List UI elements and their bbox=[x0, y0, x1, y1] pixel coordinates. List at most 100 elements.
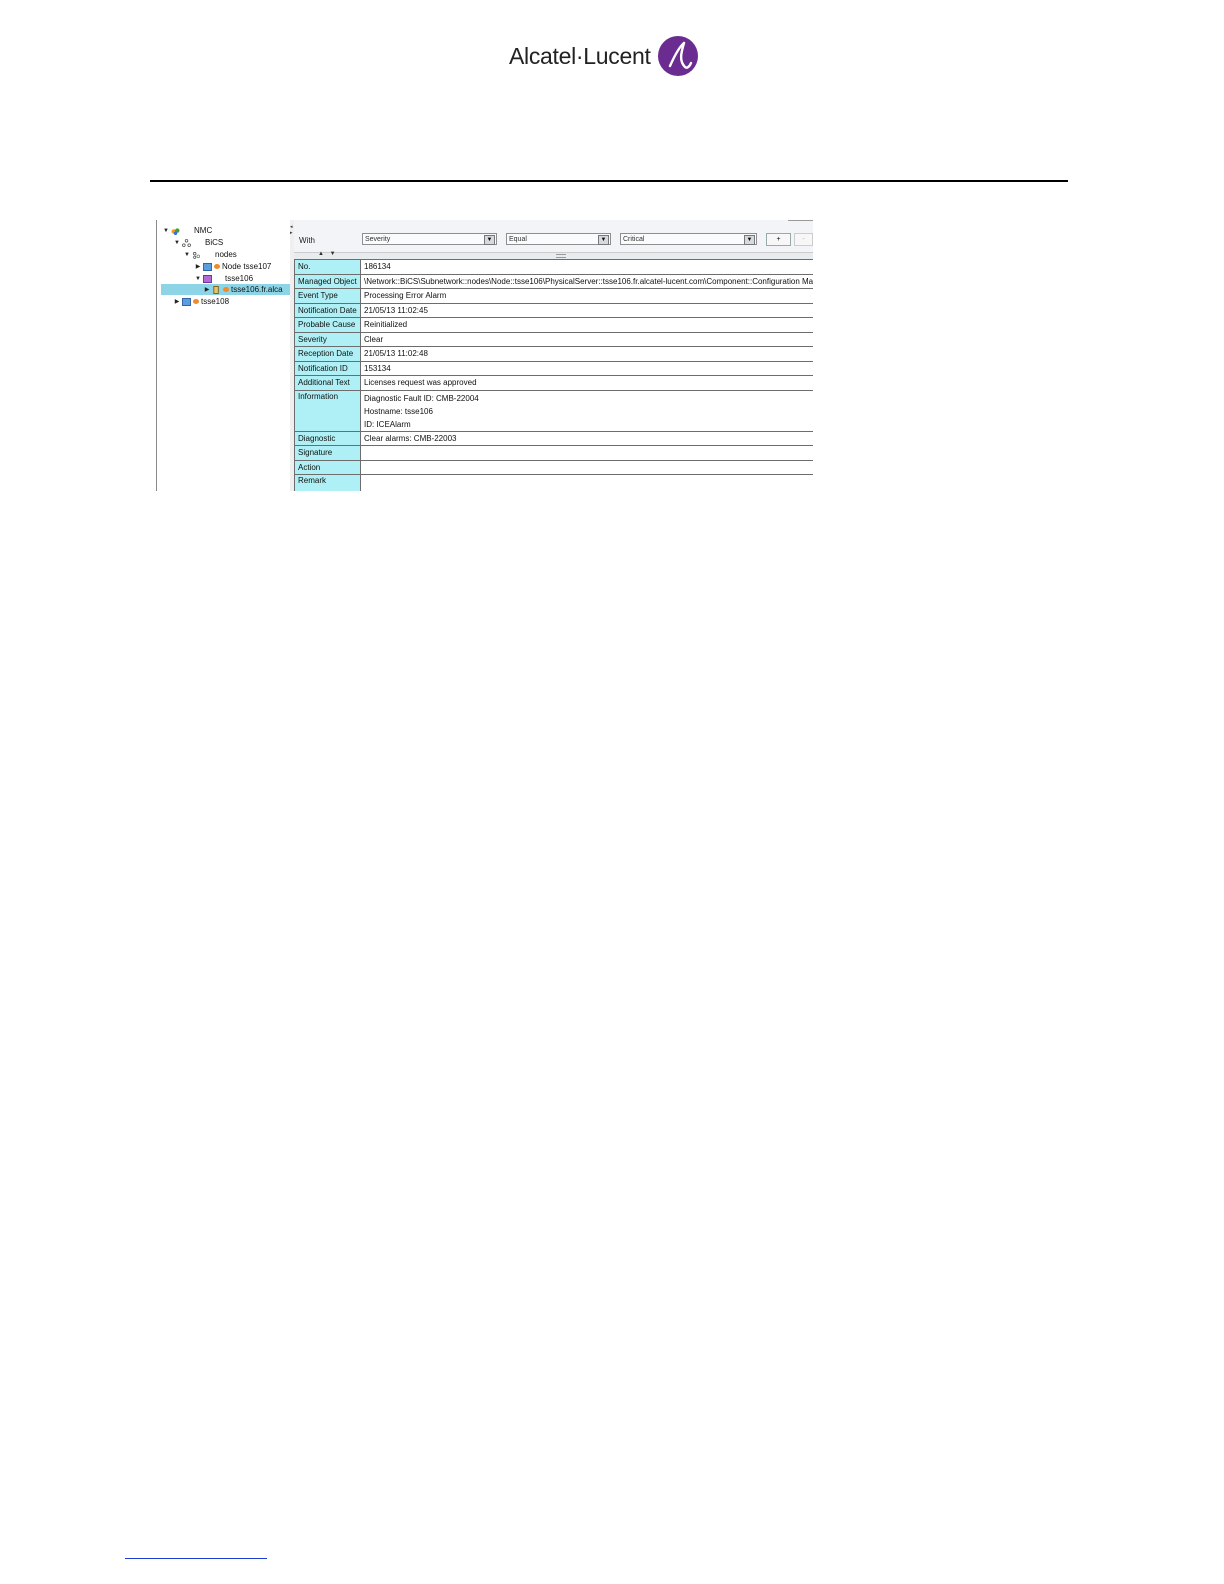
property-label: Diagnostic bbox=[294, 430, 361, 446]
property-label: Severity bbox=[294, 331, 361, 347]
tree-item-bics[interactable]: ▼ BiCS bbox=[173, 237, 223, 248]
tree-item-label: tsse106 bbox=[225, 274, 254, 283]
network-icon bbox=[171, 227, 180, 235]
expand-toggle-icon[interactable]: ▼ bbox=[194, 276, 202, 282]
operator-select-value: Equal bbox=[509, 236, 527, 243]
chevron-down-icon[interactable]: ▼ bbox=[598, 235, 609, 245]
criteria-select[interactable]: Critical ▼ bbox=[620, 233, 757, 245]
tree-item-label: NMC bbox=[194, 226, 213, 235]
property-value[interactable]: Clear bbox=[360, 331, 813, 347]
information-line: Diagnostic Fault ID: CMB-22004 bbox=[364, 393, 479, 403]
tree-item-node-tsse107[interactable]: ▶ Node tsse107 bbox=[194, 261, 272, 272]
collapse-arrow-icon[interactable]: ◂ ▸ bbox=[290, 224, 293, 236]
tree-item-label: Node tsse107 bbox=[222, 262, 272, 271]
table-row: Diagnostic Clear alarms: CMB-22003 bbox=[294, 430, 813, 446]
tree-item-label: BiCS bbox=[205, 238, 224, 247]
property-value[interactable] bbox=[360, 459, 813, 475]
table-row: Managed Object \Network::BiCS\Subnetwork… bbox=[294, 273, 813, 289]
chevron-down-icon[interactable]: ▼ bbox=[744, 235, 755, 245]
node-icon bbox=[182, 297, 191, 306]
table-row: Signature bbox=[294, 445, 813, 461]
add-filter-button[interactable]: + bbox=[766, 233, 791, 246]
property-value[interactable]: \Network::BiCS\Subnetwork::nodes\Node::t… bbox=[360, 273, 813, 289]
expand-toggle-icon[interactable]: ▼ bbox=[173, 240, 181, 246]
information-line: Hostname: tsse106 bbox=[364, 406, 433, 416]
expand-toggle-icon[interactable]: ▼ bbox=[162, 228, 170, 234]
expand-toggle-icon[interactable]: ▶ bbox=[173, 298, 181, 305]
table-row: Remark bbox=[294, 474, 813, 491]
table-row: Additional Text Licenses request was app… bbox=[294, 375, 813, 391]
property-value[interactable]: 186134 bbox=[360, 259, 813, 275]
tree-item-nodes[interactable]: ▼ nodes bbox=[183, 249, 237, 260]
property-label: Additional Text bbox=[294, 375, 361, 391]
tree-item-tsse106[interactable]: ▼ tsse106 bbox=[194, 273, 253, 284]
alarm-properties-table: No. 186134 Managed Object \Network::BiCS… bbox=[294, 259, 813, 491]
table-row: Reception Date 21/05/13 11:02:48 bbox=[294, 346, 813, 362]
property-value[interactable]: 21/05/13 11:02:45 bbox=[360, 302, 813, 318]
remove-filter-button[interactable]: - bbox=[794, 233, 813, 246]
information-line: ID: ICEAlarm bbox=[364, 419, 411, 429]
filter-bar: With Severity ▼ Equal ▼ Critical ▼ + - bbox=[294, 220, 813, 252]
table-row: Notification Date 21/05/13 11:02:45 bbox=[294, 302, 813, 318]
field-select-value: Severity bbox=[365, 236, 391, 243]
property-value[interactable]: Licenses request was approved bbox=[360, 375, 813, 391]
alcatel-lucent-logo: Alcatel·Lucent bbox=[509, 34, 699, 78]
field-select[interactable]: Severity ▼ bbox=[362, 233, 497, 245]
header-rule bbox=[150, 180, 1068, 182]
alarm-detail-panel: With Severity ▼ Equal ▼ Critical ▼ + - ▲… bbox=[294, 220, 813, 491]
property-value[interactable]: Diagnostic Fault ID: CMB-22004 Hostname:… bbox=[360, 389, 813, 432]
table-row: Severity Clear bbox=[294, 331, 813, 347]
subnetwork-icon bbox=[182, 238, 191, 247]
property-label: Notification ID bbox=[294, 360, 361, 376]
filter-divider[interactable]: ▲ ▼ bbox=[294, 251, 813, 259]
property-value[interactable]: Clear alarms: CMB-22003 bbox=[360, 430, 813, 446]
table-row: Information Diagnostic Fault ID: CMB-220… bbox=[294, 389, 813, 432]
status-dot-icon bbox=[214, 264, 220, 269]
property-label: Remark bbox=[294, 474, 361, 491]
logo-text: Alcatel·Lucent bbox=[509, 42, 651, 69]
status-dot-icon bbox=[223, 287, 229, 292]
tree-item-label: tsse108 bbox=[201, 297, 230, 306]
property-label: No. bbox=[294, 259, 361, 275]
server-icon bbox=[213, 285, 219, 294]
table-row: No. 186134 bbox=[294, 259, 813, 275]
property-label: Notification Date bbox=[294, 302, 361, 318]
tree-item-tsse106-server[interactable]: ▶ tsse106.fr.alca bbox=[161, 284, 291, 295]
splitter-grip[interactable] bbox=[556, 254, 566, 258]
property-value[interactable]: 153134 bbox=[360, 360, 813, 376]
splitter-arrows-icon[interactable]: ▲ ▼ bbox=[318, 251, 338, 257]
expand-toggle-icon[interactable]: ▶ bbox=[194, 263, 202, 270]
table-row: Probable Cause Reinitialized bbox=[294, 317, 813, 333]
network-tree: ▼ NMC ▼ BiCS ▼ nodes ▶ Node tsse107 ▼ ts… bbox=[156, 220, 292, 491]
property-value[interactable]: Processing Error Alarm bbox=[360, 288, 813, 304]
tree-item-tsse108[interactable]: ▶ tsse108 bbox=[173, 296, 229, 307]
logo-mark-icon bbox=[657, 36, 698, 76]
property-label: Managed Object bbox=[294, 273, 361, 289]
expand-toggle-icon[interactable]: ▼ bbox=[183, 252, 191, 258]
with-label: With bbox=[299, 236, 315, 245]
tree-item-label: nodes bbox=[215, 250, 237, 259]
table-row: Notification ID 153134 bbox=[294, 360, 813, 376]
alarm-details-screenshot: ▼ NMC ▼ BiCS ▼ nodes ▶ Node tsse107 ▼ ts… bbox=[156, 220, 813, 491]
node-icon bbox=[203, 274, 212, 283]
tab-stub bbox=[788, 220, 813, 224]
property-value[interactable] bbox=[360, 445, 813, 461]
tree-item-nmc[interactable]: ▼ NMC bbox=[162, 225, 212, 236]
property-label: Event Type bbox=[294, 288, 361, 304]
property-label: Probable Cause bbox=[294, 317, 361, 333]
table-row: Event Type Processing Error Alarm bbox=[294, 288, 813, 304]
chevron-down-icon[interactable]: ▼ bbox=[484, 235, 495, 245]
table-row: Action bbox=[294, 459, 813, 475]
nodes-folder-icon bbox=[193, 251, 200, 259]
property-label: Reception Date bbox=[294, 346, 361, 362]
property-label: Action bbox=[294, 459, 361, 475]
property-label: Information bbox=[294, 389, 361, 432]
expand-toggle-icon[interactable]: ▶ bbox=[203, 286, 211, 293]
property-label: Signature bbox=[294, 445, 361, 461]
property-value[interactable] bbox=[360, 474, 813, 491]
footer-link[interactable] bbox=[125, 1558, 267, 1559]
property-value[interactable]: 21/05/13 11:02:48 bbox=[360, 346, 813, 362]
status-dot-icon bbox=[193, 299, 199, 304]
property-value[interactable]: Reinitialized bbox=[360, 317, 813, 333]
operator-select[interactable]: Equal ▼ bbox=[506, 233, 611, 245]
